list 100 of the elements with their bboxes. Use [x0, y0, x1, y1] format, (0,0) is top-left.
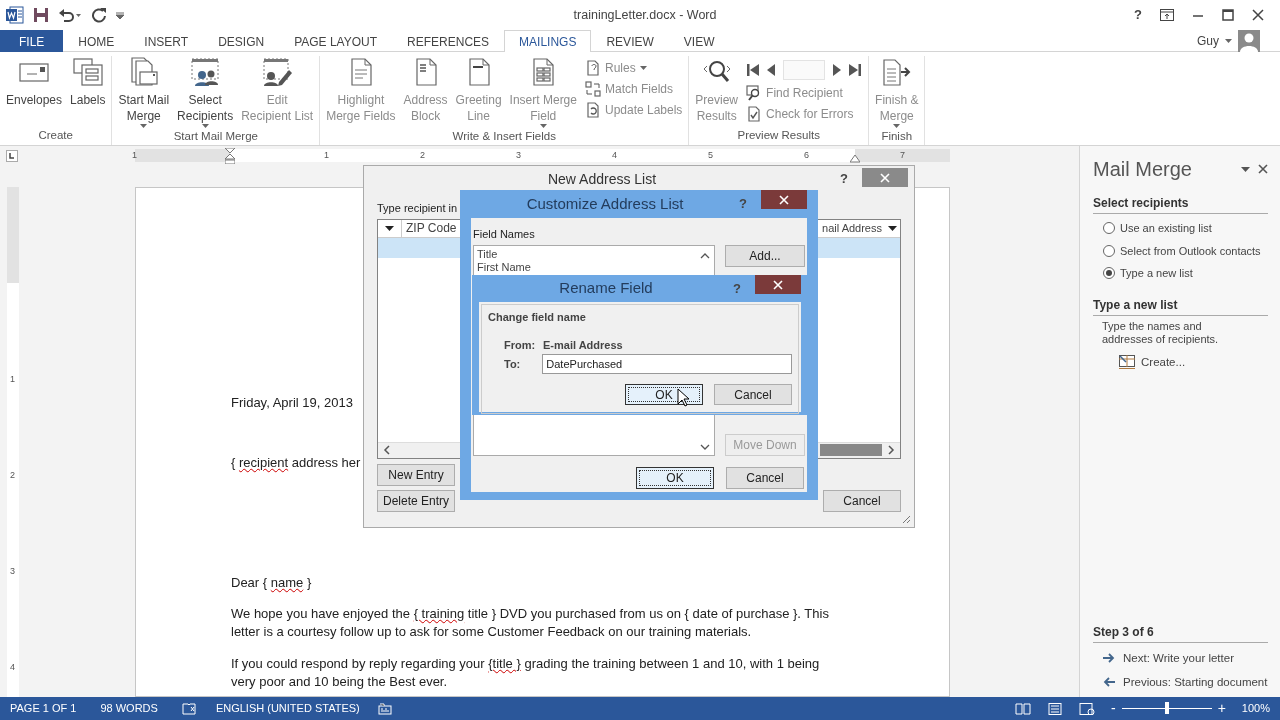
close-button[interactable] — [862, 168, 908, 187]
column-menu-icon — [385, 225, 394, 231]
radio-button[interactable] — [1103, 244, 1115, 257]
close-icon — [880, 172, 890, 183]
ribbon-tab[interactable]: HOME — [63, 30, 130, 52]
ribbon-button[interactable]: Envelopes — [3, 56, 66, 127]
radio-label[interactable]: Select from Outlook contacts — [1120, 242, 1261, 259]
arrow-right-icon — [1103, 653, 1115, 664]
maximize-icon — [1222, 9, 1234, 21]
people-icon — [189, 56, 222, 88]
zoom-out-button[interactable]: - — [1111, 698, 1116, 719]
document-arrow-icon — [880, 56, 913, 88]
group-label: Finish — [880, 129, 914, 144]
cancel-button[interactable]: Cancel — [823, 489, 901, 512]
radio-button[interactable] — [1103, 267, 1115, 280]
dialog-title: New Address List — [546, 169, 658, 189]
ribbon-tab[interactable]: REVIEW — [591, 30, 669, 52]
close-button[interactable] — [761, 190, 807, 209]
arrow-left-icon — [1103, 677, 1115, 688]
radio-label[interactable]: Type a new list — [1120, 265, 1193, 282]
close-button[interactable] — [755, 275, 801, 294]
section-heading: Type a new list — [1093, 295, 1268, 316]
ruler-number: 7 — [900, 149, 905, 162]
add-button[interactable]: Add... — [725, 244, 805, 267]
radio-label[interactable]: Use an existing list — [1120, 220, 1212, 237]
create-link[interactable]: Create... — [1119, 353, 1268, 371]
input-field[interactable]: DatePurchased — [542, 354, 792, 374]
zoom-level[interactable]: 100% — [1241, 700, 1270, 717]
group-label: Change field name — [488, 310, 587, 325]
print-layout-icon — [1047, 702, 1063, 715]
first-icon — [747, 63, 760, 77]
ribbon-tab[interactable]: REFERENCES — [392, 30, 505, 52]
page-count[interactable]: PAGE 1 OF 1 — [10, 700, 77, 717]
file-tab[interactable]: FILE — [0, 30, 64, 52]
checkmark-icon — [746, 106, 763, 122]
dialog-title: Rename Field — [558, 278, 654, 299]
dialog-title: Customize Address List — [525, 193, 685, 214]
scroll-down-icon — [700, 442, 710, 451]
scrollbar-thumb[interactable] — [820, 444, 882, 456]
cursor-icon — [677, 388, 689, 407]
delete-entry-button[interactable]: Delete Entry — [377, 489, 455, 512]
zoom-slider[interactable] — [1164, 702, 1169, 714]
field-label: From: — [504, 337, 537, 353]
ribbon-display-icon — [1160, 9, 1174, 21]
read-mode-icon — [1015, 702, 1031, 715]
record-field[interactable] — [783, 60, 826, 80]
ruler-number: 3 — [516, 149, 521, 162]
customize-caret-icon — [116, 11, 124, 19]
ruler-number: 2 — [420, 149, 425, 162]
ruler-number: 4 — [10, 661, 15, 674]
redo-icon — [91, 7, 107, 23]
help-button[interactable]: ? — [1134, 5, 1142, 25]
ribbon-button[interactable]: Labels — [67, 56, 109, 127]
tab-selector-icon — [6, 150, 18, 162]
help-button[interactable]: ? — [739, 194, 747, 214]
match-icon — [584, 81, 601, 97]
field-label: To: — [504, 356, 522, 372]
ribbon-button[interactable]: Start Mail Merge — [115, 56, 173, 128]
list-item[interactable]: First Name — [477, 260, 711, 274]
ribbon-tab[interactable]: INSERT — [129, 30, 204, 52]
cancel-button[interactable]: Cancel — [714, 384, 792, 405]
ok-button[interactable]: OK — [636, 466, 714, 489]
indent-marker-icon — [850, 155, 860, 163]
word-app-icon — [6, 6, 24, 24]
next-step-link[interactable]: Next: Write your letter — [1103, 649, 1268, 667]
user-name[interactable]: Guy — [1197, 31, 1219, 50]
ruler-number: 3 — [10, 565, 15, 578]
caret-icon — [1225, 38, 1232, 43]
close-icon — [1252, 9, 1264, 21]
ribbon-button[interactable]: Select Recipients — [174, 56, 237, 128]
close-icon — [773, 279, 783, 290]
column-header[interactable]: nail Address — [822, 219, 882, 237]
edit-list-icon — [261, 56, 294, 88]
cancel-button[interactable]: Cancel — [726, 466, 804, 489]
zoom-in-button[interactable]: + — [1217, 698, 1226, 719]
ribbon-tab[interactable]: PAGE LAYOUT — [279, 30, 393, 52]
language-indicator[interactable]: ENGLISH (UNITED STATES) — [215, 700, 360, 717]
radio-button[interactable] — [1103, 222, 1115, 235]
ribbon-tab[interactable]: MAILINGS — [504, 30, 592, 52]
web-layout-icon — [1079, 702, 1095, 715]
help-button[interactable]: ? — [733, 278, 741, 299]
ribbon-tab[interactable]: DESIGN — [203, 30, 280, 52]
previous-step-link[interactable]: Previous: Starting document — [1103, 673, 1268, 691]
instruction-label: Type recipient in — [377, 201, 458, 216]
word-count[interactable]: 98 WORDS — [100, 700, 158, 717]
labels-icon — [71, 56, 104, 88]
section-heading: Select recipients — [1093, 194, 1268, 214]
ribbon-tab[interactable]: VIEW — [668, 30, 730, 52]
close-icon — [1258, 164, 1268, 174]
list-item[interactable]: Title — [477, 247, 711, 261]
group-label: Create — [37, 128, 74, 143]
ok-button[interactable]: OK — [625, 384, 703, 405]
new-entry-button[interactable]: New Entry — [377, 463, 455, 486]
previous-icon — [767, 63, 776, 77]
close-icon — [779, 194, 789, 205]
ruler-number: 4 — [612, 149, 617, 162]
scroll-right-icon — [886, 445, 896, 455]
avatar-icon — [1238, 29, 1260, 52]
field-value: E-mail Address — [543, 337, 623, 353]
help-button[interactable]: ? — [840, 169, 848, 189]
